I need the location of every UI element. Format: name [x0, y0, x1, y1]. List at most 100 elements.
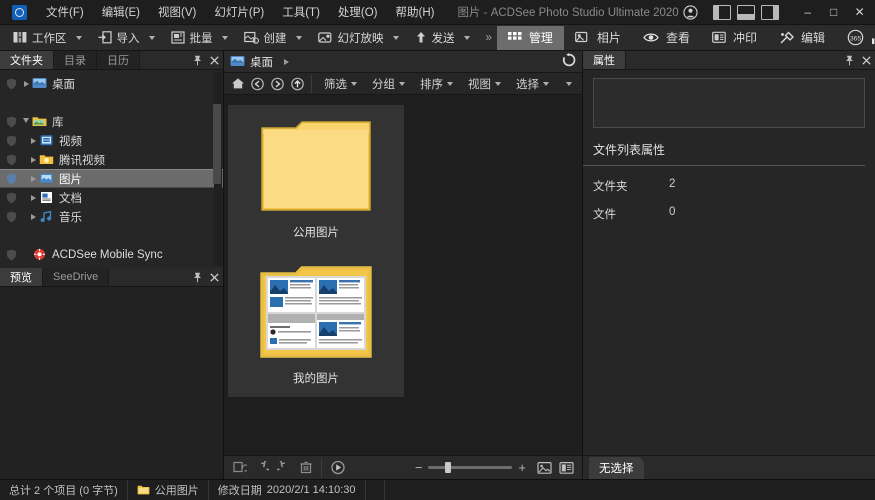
close-icon[interactable] — [858, 51, 875, 69]
refresh-icon[interactable] — [562, 53, 576, 70]
chevron-down-icon[interactable] — [543, 81, 549, 86]
tree-item-tencent-video[interactable]: 腾讯视频 — [0, 150, 223, 169]
histogram-icon[interactable] — [868, 28, 875, 48]
chevron-down-icon[interactable] — [221, 35, 228, 40]
slideshow-button[interactable]: 幻灯放映 — [311, 26, 408, 50]
chevron-right-icon[interactable] — [27, 137, 39, 144]
menu-help[interactable]: 帮助(H) — [387, 0, 444, 24]
mode-view[interactable]: 查看 — [632, 26, 701, 50]
chevron-down-icon[interactable] — [295, 35, 302, 40]
toggle-left-panel-icon[interactable] — [712, 4, 731, 20]
tree-item-documents[interactable]: 文档 — [0, 188, 223, 207]
mode-print[interactable]: 冲印 — [701, 26, 768, 50]
menu-slideshow[interactable]: 幻灯片(P) — [205, 0, 273, 24]
tree-scrollbar-thumb[interactable] — [213, 104, 221, 184]
menu-process[interactable]: 处理(O) — [329, 0, 387, 24]
rotate-right-icon[interactable] — [274, 459, 293, 477]
zoom-slider-track[interactable] — [428, 462, 513, 473]
import-button[interactable]: 导入 — [91, 26, 164, 50]
chevron-down-icon[interactable] — [495, 81, 501, 86]
chevron-down-icon[interactable] — [75, 35, 82, 40]
tree-item-library[interactable]: 库 — [0, 112, 223, 131]
delete-icon[interactable] — [296, 459, 315, 477]
list-item[interactable]: 公用图片 — [228, 105, 404, 251]
up-icon[interactable] — [288, 75, 307, 93]
play-icon[interactable] — [328, 459, 347, 477]
zoom-slider-knob[interactable] — [445, 462, 452, 473]
thumbnail-grid[interactable]: 公用图片 我的图片 — [224, 95, 582, 455]
breadcrumb[interactable]: 桌面 — [230, 54, 289, 70]
rotate-exif-icon[interactable] — [230, 459, 249, 477]
workspace-button[interactable]: 工作区 — [6, 26, 91, 50]
chevron-down-icon[interactable] — [20, 117, 32, 126]
tab-catalog[interactable]: 目录 — [54, 51, 97, 69]
tab-seedrive[interactable]: SeeDrive — [43, 268, 110, 286]
pin-icon[interactable] — [189, 51, 206, 69]
filter-button[interactable]: 筛选 — [316, 74, 363, 93]
tab-folders[interactable]: 文件夹 — [0, 51, 54, 69]
chevron-down-icon[interactable] — [559, 75, 578, 93]
toolbar-overflow-button[interactable]: » — [479, 26, 497, 50]
rotate-left-icon[interactable] — [252, 459, 271, 477]
list-item[interactable]: 我的图片 — [228, 251, 404, 397]
menu-file[interactable]: 文件(F) — [37, 0, 93, 24]
select-button[interactable]: 选择 — [508, 74, 555, 93]
center-column: 桌面 筛选 分组 排序 视图 选择 公用图片 我的图片 − + — [224, 51, 582, 479]
minimize-button[interactable]: – — [795, 1, 821, 23]
toggle-right-panel-icon[interactable] — [760, 4, 779, 20]
mode-edit[interactable]: 编辑 — [768, 26, 836, 50]
create-button[interactable]: 创建 — [237, 26, 311, 50]
chevron-right-icon[interactable] — [27, 194, 39, 201]
chevron-right-icon[interactable] — [20, 80, 32, 87]
no-selection-tab[interactable]: 无选择 — [589, 456, 644, 479]
view-button[interactable]: 视图 — [460, 74, 507, 93]
close-icon[interactable] — [206, 51, 223, 69]
tree-item-music[interactable]: 音乐 — [0, 207, 223, 226]
tree-item-desktop[interactable]: 桌面 — [0, 74, 223, 93]
chevron-right-icon[interactable] — [27, 213, 39, 220]
zoom-out-button[interactable]: − — [415, 460, 423, 475]
menu-edit[interactable]: 编辑(E) — [93, 0, 149, 24]
group-button[interactable]: 分组 — [364, 74, 411, 93]
chevron-down-icon[interactable] — [148, 35, 155, 40]
chevron-right-icon[interactable] — [284, 58, 289, 65]
home-icon[interactable] — [228, 75, 247, 93]
tree-item-pictures[interactable]: 图片 — [0, 169, 223, 188]
menu-view[interactable]: 视图(V) — [149, 0, 205, 24]
chevron-down-icon[interactable] — [447, 81, 453, 86]
pin-icon[interactable] — [841, 51, 858, 69]
close-icon[interactable] — [206, 268, 223, 286]
chevron-down-icon[interactable] — [392, 35, 399, 40]
tab-preview[interactable]: 预览 — [0, 268, 43, 286]
zoom-slider[interactable]: − + — [415, 460, 526, 475]
mode-manage[interactable]: 管理 — [496, 25, 564, 50]
chevron-down-icon[interactable] — [399, 81, 405, 86]
chevron-down-icon[interactable] — [463, 35, 470, 40]
maximize-button[interactable]: □ — [821, 1, 847, 23]
chevron-right-icon[interactable] — [27, 175, 39, 182]
thumbnail-view-icon[interactable] — [535, 459, 554, 477]
sort-button[interactable]: 排序 — [412, 74, 459, 93]
forward-icon[interactable] — [268, 75, 287, 93]
details-view-icon[interactable] — [557, 459, 576, 477]
mode-photos[interactable]: 相片 — [564, 26, 632, 50]
acdsee-365-icon[interactable]: 365 — [844, 28, 868, 48]
back-icon[interactable] — [248, 75, 267, 93]
folder-tree[interactable]: 桌面 库 视频 腾讯视频 图片 文档 音乐 ACDSee Mobile Sync — [0, 70, 223, 268]
toggle-bottom-panel-icon[interactable] — [736, 4, 755, 20]
pin-icon[interactable] — [189, 268, 206, 286]
zoom-in-button[interactable]: + — [518, 460, 526, 475]
tree-item-mobile-sync[interactable]: ACDSee Mobile Sync — [0, 245, 223, 264]
account-icon[interactable] — [679, 2, 703, 22]
acdsee-window: 文件(F) 编辑(E) 视图(V) 幻灯片(P) 工具(T) 处理(O) 帮助(… — [0, 0, 875, 500]
chevron-right-icon[interactable] — [27, 156, 39, 163]
tree-item-videos[interactable]: 视频 — [0, 131, 223, 150]
chevron-down-icon[interactable] — [351, 81, 357, 86]
tree-scrollbar[interactable] — [213, 72, 222, 266]
tab-calendar[interactable]: 日历 — [97, 51, 140, 69]
close-button[interactable]: ✕ — [847, 1, 873, 23]
send-button[interactable]: 发送 — [408, 26, 479, 50]
menu-tools[interactable]: 工具(T) — [273, 0, 329, 24]
tab-properties[interactable]: 属性 — [583, 51, 626, 69]
batch-button[interactable]: 批量 — [164, 26, 237, 50]
